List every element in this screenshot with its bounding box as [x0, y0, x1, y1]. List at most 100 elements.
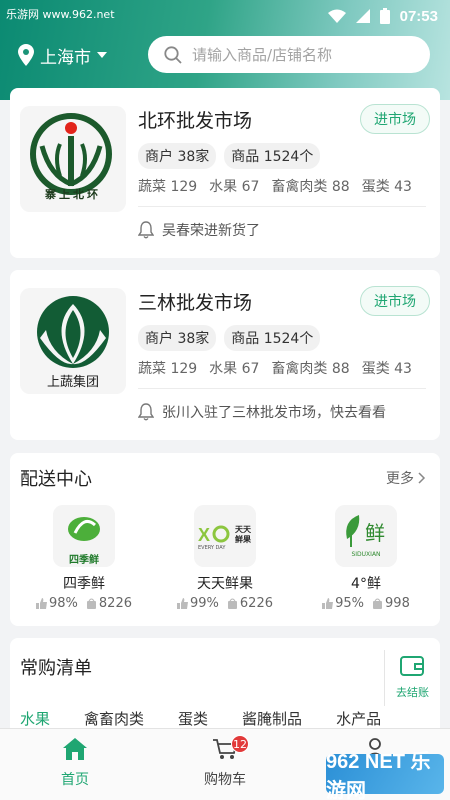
rating: 99%: [190, 596, 219, 611]
search-box[interactable]: [148, 36, 430, 73]
center-logo: X 天天鲜果 EVERY DAY: [194, 505, 256, 567]
tab-label: 首页: [61, 772, 89, 788]
more-label: 更多: [386, 471, 414, 487]
market-logo: 寨上北环: [20, 106, 126, 212]
header-bar: 乐游网 www.962.net 07:53 上海市: [0, 0, 450, 100]
section-title: 常购清单: [20, 658, 92, 679]
rating: 95%: [335, 596, 365, 611]
center-name: 四季鲜: [63, 576, 105, 592]
bag-icon: [227, 598, 237, 609]
center-logo: 鲜 SIDUXIAN: [335, 505, 397, 567]
center-name: 4°鲜: [351, 576, 381, 592]
more-link[interactable]: 更多: [386, 468, 426, 488]
caret-down-icon: [97, 52, 107, 58]
center-logo-sub: EVERY DAY: [198, 545, 226, 551]
product-count-tag: 商品 1524个: [224, 325, 321, 351]
tab-cart[interactable]: 12 购物车: [165, 735, 285, 789]
tab-label: 购物车: [204, 772, 246, 788]
bag-icon: [86, 598, 96, 609]
notice-text: 吴春荣进新货了: [162, 223, 260, 239]
status-bar: 乐游网 www.962.net 07:53: [0, 0, 450, 32]
market-tags: 商户 38家 商品 1524个: [138, 143, 321, 169]
category-tab[interactable]: 蛋类: [178, 708, 208, 729]
notice-text: 张川入驻了三林批发市场，快去看看: [162, 405, 386, 421]
center-stats: 98% 8226: [14, 596, 154, 611]
brand-watermark-logo: 962 NET 乐游网: [326, 751, 444, 800]
center-logo: 四季鲜: [53, 505, 115, 567]
center-logo-sub: SIDUXIAN: [351, 551, 381, 558]
market-card[interactable]: 寨上北环 北环批发市场 进市场 商户 38家 商品 1524个 蔬菜 129 水…: [10, 88, 440, 258]
checkout-label: 去结账: [396, 686, 429, 699]
category-tab[interactable]: 水产品: [336, 708, 381, 729]
category-tab[interactable]: 水果: [20, 708, 50, 729]
center-logo-text: 鲜: [365, 521, 385, 545]
category-counts: 蔬菜 129 水果 67 畜禽肉类 88 蛋类 43: [138, 358, 412, 378]
divider: [138, 388, 426, 389]
center-item[interactable]: 四季鲜 四季鲜 98% 8226: [14, 505, 154, 611]
thumbs-up-icon: [177, 598, 188, 609]
center-stats: 99% 6226: [155, 596, 295, 611]
enter-market-button[interactable]: 进市场: [360, 104, 430, 134]
cart-badge: 12: [231, 735, 249, 753]
category-count: 蔬菜 129: [138, 361, 198, 377]
market-name: 三林批发市场: [138, 292, 253, 314]
order-count: 8226: [98, 596, 132, 611]
category-count: 水果 67: [209, 361, 260, 377]
merchant-count-tag: 商户 38家: [138, 143, 217, 169]
category-count: 畜禽肉类 88: [271, 179, 350, 195]
home-icon: [63, 738, 87, 760]
category-count: 畜禽肉类 88: [271, 361, 350, 377]
category-counts: 蔬菜 129 水果 67 畜禽肉类 88 蛋类 43: [138, 176, 412, 196]
center-stats: 95% 998: [296, 596, 436, 611]
center-name: 天天鲜果: [197, 576, 253, 592]
market-card[interactable]: 上蔬集团 三林批发市场 进市场 商户 38家 商品 1524个 蔬菜 129 水…: [10, 270, 440, 440]
center-logo-text: 天天鲜果: [235, 525, 251, 544]
status-icons: 07:53: [327, 4, 438, 28]
bell-icon: [138, 221, 154, 239]
svg-text:X: X: [198, 525, 210, 545]
checkout-button[interactable]: 去结账: [384, 650, 440, 706]
thumbs-up-icon: [36, 598, 47, 609]
bottom-tab-bar: 首页 12 购物车 我的 962 NET 乐游网: [0, 728, 450, 800]
market-notice[interactable]: 张川入驻了三林批发市场，快去看看: [138, 402, 386, 422]
center-item[interactable]: 鲜 SIDUXIAN 4°鲜 95% 998: [296, 505, 436, 611]
location-pin-icon: [18, 44, 34, 66]
thumbs-up-icon: [322, 598, 334, 609]
location-selector[interactable]: 上海市: [18, 40, 107, 70]
market-notice[interactable]: 吴春荣进新货了: [138, 220, 260, 240]
section-title: 配送中心: [20, 469, 92, 490]
distribution-section: 配送中心 更多 四季鲜 四季鲜 98% 8226 X 天天鲜果 EVERY DA…: [10, 453, 440, 626]
wallet-icon: [399, 656, 424, 676]
category-count: 水果 67: [209, 179, 260, 195]
rating: 98%: [49, 596, 78, 611]
status-time: 07:53: [399, 7, 438, 25]
search-icon: [164, 45, 182, 64]
shopping-list-section: 常购清单 去结账 水果 禽畜肉类 蛋类 酱腌制品 水产品: [10, 638, 440, 738]
battery-icon: [379, 8, 390, 24]
enter-market-button[interactable]: 进市场: [360, 286, 430, 316]
chevron-right-icon: [418, 472, 426, 484]
market-logo-text: 寨上北环: [45, 188, 101, 201]
market-tags: 商户 38家 商品 1524个: [138, 325, 321, 351]
center-item[interactable]: X 天天鲜果 EVERY DAY 天天鲜果 99% 6226: [155, 505, 295, 611]
location-city: 上海市: [40, 47, 91, 68]
signal-icon: [355, 9, 370, 23]
product-count-tag: 商品 1524个: [224, 143, 321, 169]
category-count: 蔬菜 129: [138, 179, 198, 195]
market-name: 北环批发市场: [138, 110, 253, 132]
category-tabs: 水果 禽畜肉类 蛋类 酱腌制品 水产品: [20, 708, 415, 729]
divider: [138, 206, 426, 207]
category-count: 蛋类 43: [361, 179, 412, 195]
category-tab[interactable]: 禽畜肉类: [84, 708, 144, 729]
category-count: 蛋类 43: [361, 361, 412, 377]
market-logo-text: 上蔬集团: [46, 375, 99, 390]
category-tab[interactable]: 酱腌制品: [242, 708, 302, 729]
watermark-text: 乐游网 www.962.net: [6, 8, 115, 21]
wifi-icon: [327, 9, 346, 23]
bag-icon: [373, 598, 383, 609]
bell-icon: [138, 403, 154, 421]
tab-home[interactable]: 首页: [15, 737, 135, 789]
order-count: 6226: [239, 596, 273, 611]
search-input[interactable]: [192, 45, 412, 64]
order-count: 998: [385, 596, 410, 611]
